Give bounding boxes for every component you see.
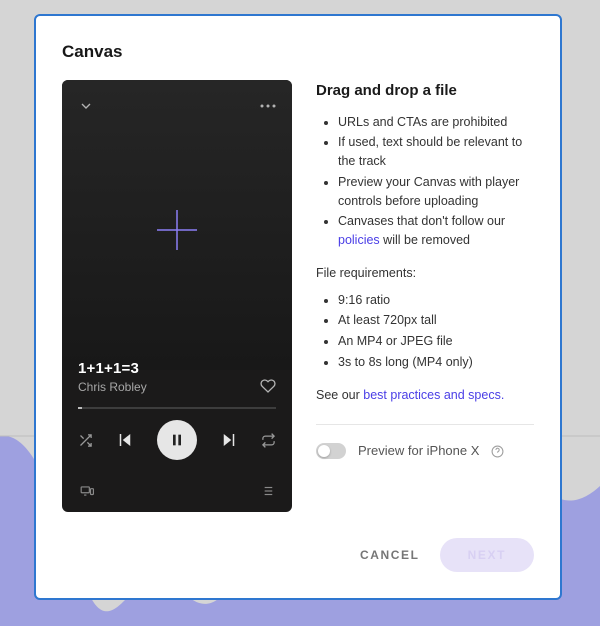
file-req-item: 9:16 ratio [338, 291, 534, 310]
pause-icon [169, 432, 185, 448]
repeat-icon[interactable] [261, 433, 276, 448]
shuffle-icon[interactable] [78, 433, 93, 448]
heart-icon[interactable] [260, 378, 276, 394]
skip-back-icon[interactable] [116, 431, 134, 449]
queue-icon[interactable] [260, 484, 274, 498]
rule-item: Preview your Canvas with player controls… [338, 173, 534, 211]
devices-icon[interactable] [80, 484, 94, 498]
help-icon[interactable] [491, 445, 504, 458]
file-req-item: At least 720px tall [338, 311, 534, 330]
file-requirements-list: 9:16 ratio At least 720px tall An MP4 or… [316, 291, 534, 372]
policies-link[interactable]: policies [338, 233, 380, 247]
preview-progress-bar[interactable] [78, 407, 276, 409]
skip-forward-icon[interactable] [220, 431, 238, 449]
canvas-upload-modal: Canvas 1+1+1=3 Chris Robley [34, 14, 562, 600]
canvas-info-panel: Drag and drop a file URLs and CTAs are p… [316, 80, 534, 512]
preview-iphonex-label: Preview for iPhone X [358, 441, 479, 461]
chevron-down-icon[interactable] [78, 98, 94, 114]
modal-title: Canvas [62, 42, 534, 62]
preview-track-title: 1+1+1=3 [78, 360, 147, 377]
modal-body: 1+1+1=3 Chris Robley [62, 80, 534, 512]
preview-iphonex-toggle[interactable] [316, 443, 346, 459]
section-divider [316, 424, 534, 425]
best-practices-link[interactable]: best practices and specs. [363, 388, 504, 402]
rule-item: URLs and CTAs are prohibited [338, 113, 534, 132]
play-pause-button[interactable] [157, 420, 197, 460]
info-heading: Drag and drop a file [316, 80, 534, 103]
canvas-phone-preview: 1+1+1=3 Chris Robley [62, 80, 292, 512]
next-button[interactable]: NEXT [440, 538, 534, 572]
rule-item: Canvases that don't follow our policies … [338, 212, 534, 250]
more-options-icon[interactable] [260, 104, 276, 108]
cancel-button[interactable]: CANCEL [360, 548, 420, 562]
preview-track-artist: Chris Robley [78, 380, 147, 394]
file-requirements-label: File requirements: [316, 264, 534, 283]
canvas-rules-list: URLs and CTAs are prohibited If used, te… [316, 113, 534, 250]
see-specs-line: See our best practices and specs. [316, 386, 534, 405]
rule-item: If used, text should be relevant to the … [338, 133, 534, 171]
file-req-item: An MP4 or JPEG file [338, 332, 534, 351]
file-req-item: 3s to 8s long (MP4 only) [338, 353, 534, 372]
add-canvas-dropzone-icon[interactable] [152, 205, 202, 260]
modal-footer: CANCEL NEXT [62, 538, 534, 572]
